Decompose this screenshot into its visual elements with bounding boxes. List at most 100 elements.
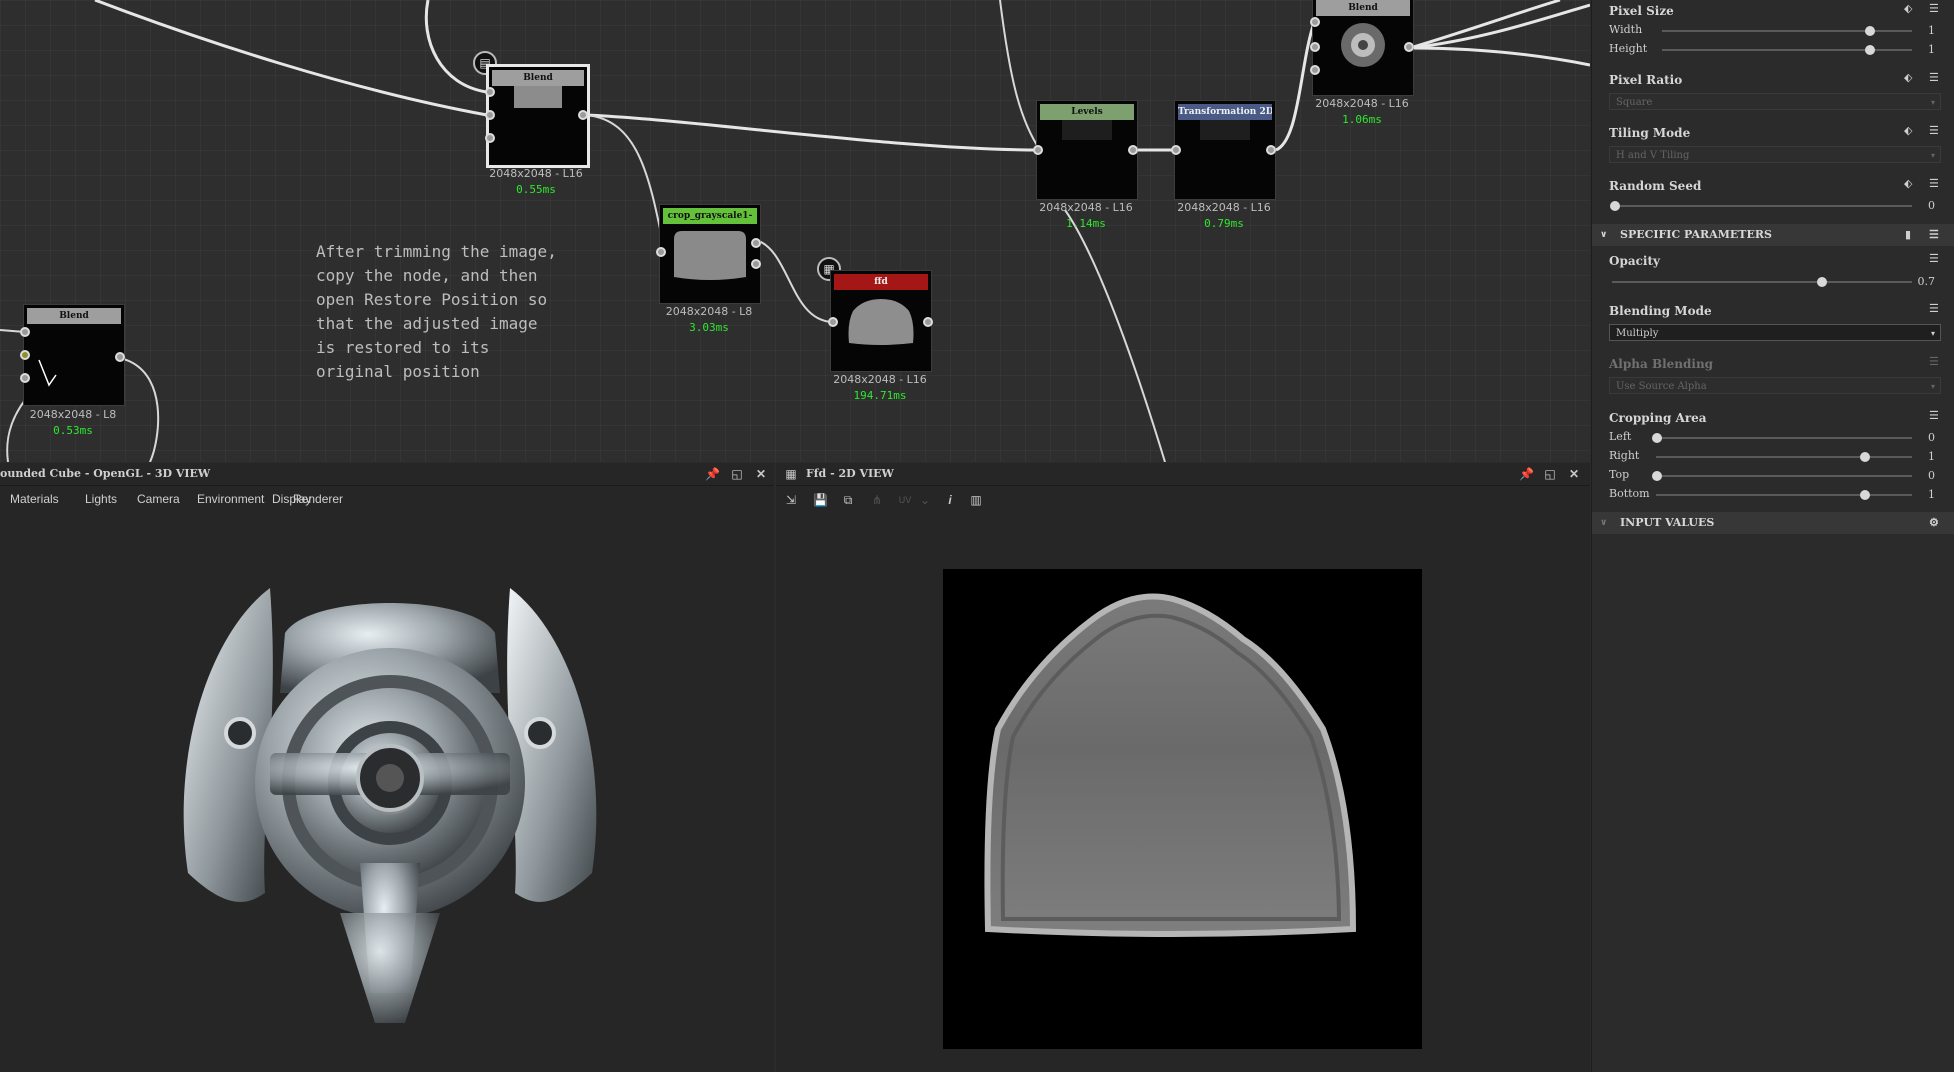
menu-materials[interactable]: Materials [10,492,59,506]
menu-renderer[interactable]: Renderer [293,492,343,506]
input-port[interactable] [1310,17,1320,27]
pixel-ratio-dropdown[interactable]: Square ▾ [1609,93,1941,110]
blending-mode-dropdown[interactable]: Multiply ▾ [1609,324,1941,341]
menu-icon[interactable]: ☰ [1929,224,1939,246]
document-icon[interactable]: ▮ [1905,224,1911,246]
node-crop-grayscale[interactable]: crop_grayscale1- [659,204,761,304]
output-port[interactable] [751,238,761,248]
maximize-icon[interactable]: ◱ [1543,467,1557,481]
menu-icon[interactable]: ☰ [1929,302,1939,315]
info-icon[interactable]: i [943,493,957,507]
input-port[interactable] [1171,145,1181,155]
node-blend-right[interactable]: Blend [1312,0,1414,96]
node-blend-left[interactable]: Blend [23,304,125,406]
crop-right-slider-handle[interactable] [1860,452,1870,462]
height-slider-handle[interactable] [1865,45,1875,55]
crop-top-value: 0 [1928,469,1935,482]
node-thumbnail [674,231,746,280]
tiling-mode-value: H and V Tiling [1616,150,1690,161]
node-transformation-2d[interactable]: Transformation 2D [1174,100,1276,200]
input-port[interactable] [1033,145,1043,155]
input-port[interactable] [1310,65,1320,75]
graph-comment[interactable]: After trimming the image, copy the node,… [316,240,606,384]
crop-left-slider-handle[interactable] [1652,433,1662,443]
crop-top-slider-handle[interactable] [1652,471,1662,481]
ffd-output-image [984,593,1357,937]
input-port[interactable] [1310,42,1320,52]
tiling-mode-dropdown[interactable]: H and V Tiling ▾ [1609,146,1941,163]
save-icon[interactable]: 💾 [813,493,828,507]
crop-bottom-slider-handle[interactable] [1860,490,1870,500]
export-icon[interactable]: ⇲ [784,493,798,507]
input-port[interactable] [20,350,30,360]
menu-lights[interactable]: Lights [85,492,117,506]
menu-environment[interactable]: Environment [197,492,264,506]
node-levels[interactable]: Levels [1036,100,1138,200]
specific-parameters-section[interactable]: ∨ SPECIFIC PARAMETERS ▮ ☰ [1592,224,1954,246]
menu-icon[interactable]: ☰ [1929,71,1939,84]
menu-icon[interactable]: ☰ [1929,409,1939,422]
settings-icon[interactable]: ⚙ [1929,512,1939,534]
uv-dropdown[interactable]: UV [894,493,916,507]
output-port[interactable] [1266,145,1276,155]
link-icon[interactable]: ⬖ [1904,2,1912,15]
crop-bottom-slider-track[interactable] [1656,494,1912,496]
output-port[interactable] [923,317,933,327]
node-ffd[interactable]: ffd [830,270,932,372]
histogram-icon[interactable]: ▥ [969,493,983,507]
width-label: Width [1609,23,1643,36]
output-port[interactable] [578,110,588,120]
menu-icon[interactable]: ☰ [1929,177,1939,190]
menu-camera[interactable]: Camera [137,492,180,506]
random-seed-slider-track[interactable] [1612,205,1912,207]
close-icon[interactable]: ✕ [1567,467,1581,481]
share-icon[interactable]: ⋔ [870,493,884,507]
crop-right-slider-track[interactable] [1656,456,1912,458]
output-port[interactable] [1128,145,1138,155]
pin-icon[interactable]: 📌 [1519,467,1534,481]
2d-image-canvas[interactable] [943,569,1422,1049]
input-port[interactable] [485,87,495,97]
copy-icon[interactable]: ⧉ [841,493,855,507]
node-blend-main[interactable]: Blend [486,64,590,168]
input-port[interactable] [485,110,495,120]
chevron-down-icon: ▾ [1930,329,1935,338]
2d-view-panel[interactable]: ▦ Ffd - 2D VIEW 📌 ◱ ✕ ⇲ 💾 ⧉ ⋔ UV ⌄ i ▥ [776,463,1590,1072]
output-port[interactable] [1404,42,1414,52]
2d-view-title-bar: ▦ Ffd - 2D VIEW 📌 ◱ ✕ [776,463,1590,486]
node-thumbnail [38,359,57,387]
menu-icon[interactable]: ☰ [1929,124,1939,137]
input-port[interactable] [20,373,30,383]
opacity-slider-handle[interactable] [1817,277,1827,287]
link-icon[interactable]: ⬖ [1904,177,1912,190]
close-icon[interactable]: ✕ [754,467,768,481]
crop-right-label: Right [1609,449,1640,462]
output-port[interactable] [751,259,761,269]
2d-view-title: Ffd - 2D VIEW [806,467,894,480]
maximize-icon[interactable]: ◱ [730,467,744,481]
input-port[interactable] [20,327,30,337]
input-port[interactable] [485,133,495,143]
node-time-label: 194.71ms [853,389,907,402]
opacity-slider-track[interactable] [1612,281,1912,283]
menu-icon[interactable]: ☰ [1929,2,1939,15]
input-values-section[interactable]: ∨ INPUT VALUES ⚙ [1592,512,1954,534]
crop-left-slider-track[interactable] [1656,437,1912,439]
width-slider-handle[interactable] [1865,26,1875,36]
input-values-label: INPUT VALUES [1620,516,1715,529]
node-title: Blend [27,308,121,324]
input-port[interactable] [828,317,838,327]
pin-icon[interactable]: 📌 [705,467,720,481]
height-value: 1 [1928,43,1935,56]
node-graph[interactable]: Blend 2048x2048 - L8 0.53ms ▤ Blend 2048… [0,0,1590,462]
node-size-label: 2048x2048 - L8 [665,305,753,318]
output-port[interactable] [115,352,125,362]
link-icon[interactable]: ⬖ [1904,124,1912,137]
menu-icon[interactable]: ☰ [1929,252,1939,265]
random-seed-slider-handle[interactable] [1610,201,1620,211]
input-port[interactable] [656,247,666,257]
chevron-down-icon[interactable]: ⌄ [918,493,932,507]
3d-view-panel[interactable]: ounded Cube - OpenGL - 3D VIEW 📌 ◱ ✕ Mat… [0,463,774,1072]
crop-top-slider-track[interactable] [1656,475,1912,477]
link-icon[interactable]: ⬖ [1904,71,1912,84]
